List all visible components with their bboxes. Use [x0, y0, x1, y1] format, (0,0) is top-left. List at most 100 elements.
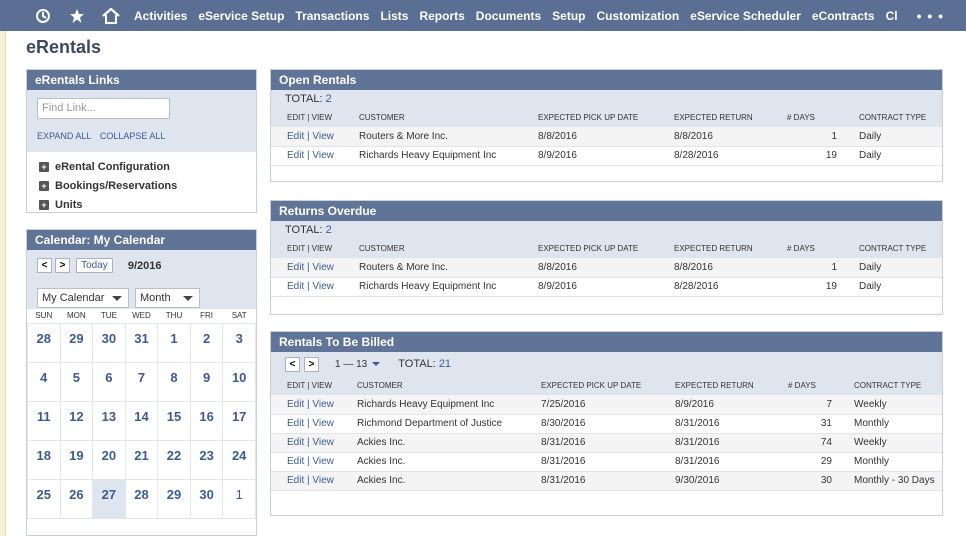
view-link[interactable]: View — [312, 281, 334, 292]
calendar-day[interactable]: 16 — [189, 400, 224, 441]
billed-prev-page-button[interactable]: < — [285, 356, 300, 372]
calendar-day[interactable]: 10 — [222, 361, 256, 402]
calendar-day[interactable]: 15 — [157, 400, 191, 441]
nav-reports[interactable]: Reports — [419, 9, 464, 23]
nav-activities[interactable]: Activities — [134, 9, 187, 23]
expand-all-link[interactable]: EXPAND ALL — [37, 131, 91, 141]
calendar-day[interactable]: 1 — [157, 322, 191, 363]
link-erental-configuration[interactable]: + eRental Configuration — [39, 157, 256, 176]
edit-link[interactable]: Edit — [287, 456, 304, 467]
edit-link[interactable]: Edit — [287, 475, 304, 486]
nav-eservice-setup[interactable]: eService Setup — [198, 9, 284, 23]
calendar-day[interactable]: 20 — [92, 439, 126, 480]
calendar-day[interactable]: 3 — [222, 322, 256, 363]
calendar-day[interactable]: 29 — [59, 322, 94, 363]
calendar-day[interactable]: 1 — [222, 478, 256, 519]
link-units[interactable]: + Units — [39, 195, 256, 214]
calendar-day[interactable]: 31 — [124, 322, 159, 363]
calendar-day[interactable]: 29 — [157, 478, 191, 519]
billed-next-page-button[interactable]: > — [304, 356, 319, 372]
column-header[interactable]: CONTRACT TYPE — [840, 376, 942, 395]
calendar-day[interactable]: 5 — [59, 361, 94, 402]
edit-link[interactable]: Edit — [287, 131, 304, 142]
calendar-prev-button[interactable]: < — [37, 258, 52, 273]
star-icon[interactable] — [66, 5, 88, 27]
edit-link[interactable]: Edit — [287, 281, 304, 292]
column-header[interactable]: CUSTOMER — [359, 108, 538, 127]
view-link[interactable]: View — [312, 150, 334, 161]
home-icon[interactable] — [100, 5, 122, 27]
nav-cl[interactable]: Cl — [886, 9, 898, 23]
nav-lists[interactable]: Lists — [380, 9, 408, 23]
calendar-next-button[interactable]: > — [55, 258, 71, 273]
column-header[interactable]: EXPECTED RETURN — [675, 376, 788, 395]
view-link[interactable]: View — [312, 262, 334, 273]
calendar-day[interactable]: 12 — [59, 400, 94, 441]
view-link[interactable]: View — [312, 399, 334, 410]
edit-link[interactable]: Edit — [287, 150, 304, 161]
nav-setup[interactable]: Setup — [552, 9, 585, 23]
more-menu-icon[interactable]: • • • — [917, 8, 944, 24]
calendar-day[interactable]: 24 — [222, 439, 256, 480]
column-header[interactable]: CUSTOMER — [357, 376, 541, 395]
column-header[interactable]: # DAYS — [788, 376, 840, 395]
calendar-today-button[interactable]: Today — [76, 258, 113, 273]
view-link[interactable]: View — [312, 475, 334, 486]
nav-documents[interactable]: Documents — [476, 9, 541, 23]
calendar-day[interactable]: 22 — [157, 439, 191, 480]
view-select[interactable]: Month — [135, 288, 200, 308]
billed-page-range-select[interactable]: 1 — 13 — [335, 359, 381, 370]
collapse-all-link[interactable]: COLLAPSE ALL — [100, 131, 166, 141]
view-link[interactable]: View — [312, 456, 334, 467]
calendar-day[interactable]: 30 — [189, 478, 224, 519]
edit-link[interactable]: Edit — [287, 262, 304, 273]
nav-customization[interactable]: Customization — [596, 9, 679, 23]
view-link[interactable]: View — [312, 131, 334, 142]
calendar-day[interactable]: 28 — [124, 478, 159, 519]
column-header[interactable]: CUSTOMER — [359, 239, 538, 258]
link-bookings-reservations[interactable]: + Bookings/Reservations — [39, 176, 256, 195]
view-link[interactable]: View — [312, 437, 334, 448]
edit-link[interactable]: Edit — [287, 418, 304, 429]
calendar-day[interactable]: 30 — [92, 322, 126, 363]
calendar-day[interactable]: 14 — [124, 400, 159, 441]
calendar-day[interactable]: 8 — [157, 361, 191, 402]
find-link-input[interactable]: Find Link... — [37, 98, 170, 119]
expand-plus-icon[interactable]: + — [39, 180, 49, 191]
column-header[interactable]: # DAYS — [787, 239, 845, 258]
column-header[interactable]: EXPECTED PICK UP DATE — [538, 108, 674, 127]
calendar-day[interactable]: 7 — [124, 361, 159, 402]
calendar-day[interactable]: 23 — [189, 439, 224, 480]
nav-transactions[interactable]: Transactions — [295, 9, 369, 23]
calendar-day[interactable]: 26 — [59, 478, 94, 519]
calendar-day[interactable]: 18 — [27, 439, 61, 480]
calendar-day[interactable]: 28 — [27, 322, 61, 363]
column-header[interactable]: EXPECTED RETURN — [674, 108, 787, 127]
column-header[interactable]: EXPECTED RETURN — [674, 239, 787, 258]
column-header[interactable]: EXPECTED PICK UP DATE — [538, 239, 674, 258]
nav-econtracts[interactable]: eContracts — [812, 9, 875, 23]
column-header[interactable]: EXPECTED PICK UP DATE — [541, 376, 675, 395]
calendar-day[interactable]: 9 — [189, 361, 224, 402]
recent-icon[interactable] — [32, 5, 54, 27]
column-header[interactable]: CONTRACT TYPE — [845, 108, 942, 127]
expand-plus-icon[interactable]: + — [39, 199, 49, 210]
calendar-day-today[interactable]: 27 — [92, 478, 126, 519]
calendar-day[interactable]: 6 — [92, 361, 126, 402]
view-link[interactable]: View — [312, 418, 334, 429]
expand-plus-icon[interactable]: + — [39, 161, 49, 172]
calendar-day[interactable]: 19 — [59, 439, 94, 480]
calendar-day[interactable]: 11 — [27, 400, 61, 441]
calendar-day[interactable]: 25 — [27, 478, 61, 519]
calendar-day[interactable]: 17 — [222, 400, 256, 441]
nav-eservice-scheduler[interactable]: eService Scheduler — [690, 9, 801, 23]
calendar-day[interactable]: 21 — [124, 439, 159, 480]
calendar-day[interactable]: 2 — [189, 322, 224, 363]
calendar-select[interactable]: My Calendar — [37, 288, 129, 308]
calendar-day[interactable]: 4 — [27, 361, 61, 402]
calendar-day[interactable]: 13 — [92, 400, 126, 441]
column-header[interactable]: # DAYS — [787, 108, 845, 127]
edit-link[interactable]: Edit — [287, 399, 304, 410]
column-header[interactable]: CONTRACT TYPE — [845, 239, 942, 258]
edit-link[interactable]: Edit — [287, 437, 304, 448]
